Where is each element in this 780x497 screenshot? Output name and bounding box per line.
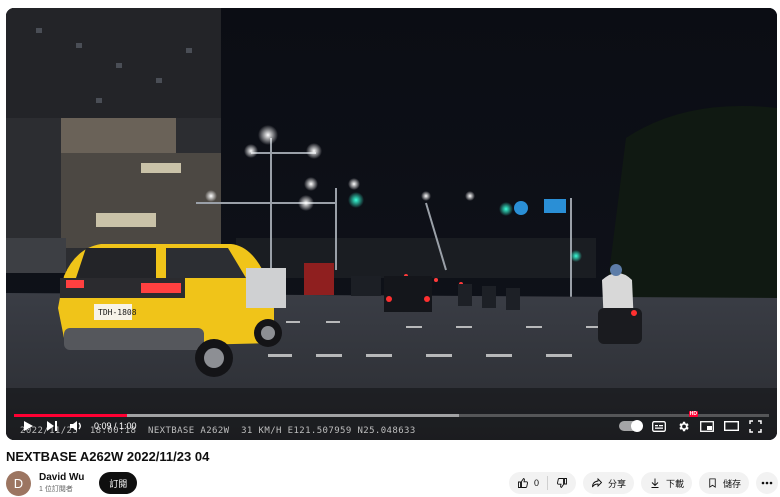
youtube-watch-page: TDH-1808 2022/11/23 18:00:18 NEXTBASE A2… xyxy=(0,0,780,497)
play-button[interactable] xyxy=(16,414,40,438)
share-label: 分享 xyxy=(607,478,626,489)
player-controls: 0:09 / 1:00 HD xyxy=(6,411,777,440)
download-button[interactable]: 下載 xyxy=(640,472,692,494)
like-count: 0 xyxy=(533,478,539,488)
video-player[interactable]: TDH-1808 2022/11/23 18:00:18 NEXTBASE A2… xyxy=(6,8,777,440)
volume-button[interactable] xyxy=(64,414,88,438)
duration: 1:00 xyxy=(119,421,137,431)
fullscreen-button[interactable] xyxy=(743,414,767,438)
volume-icon xyxy=(70,421,81,431)
like-dislike-group: 0 xyxy=(508,472,576,494)
theater-button[interactable] xyxy=(719,414,743,438)
share-icon xyxy=(592,477,603,488)
save-button[interactable]: 儲存 xyxy=(698,472,749,494)
action-bar: 0 分享 下載 儲存 xyxy=(508,472,778,494)
channel-row: D David Wu 1 位訂閱者 訂閱 0 分享 下載 儲存 xyxy=(6,470,778,496)
theater-icon xyxy=(723,421,739,431)
play-icon xyxy=(24,421,33,431)
avatar[interactable]: D xyxy=(6,470,31,496)
channel-name[interactable]: David Wu xyxy=(39,472,84,483)
autoplay-switch-icon xyxy=(619,420,643,432)
subscribe-button[interactable]: 訂閱 xyxy=(99,472,138,494)
current-time: 0:09 xyxy=(94,421,112,431)
thumbs-down-icon xyxy=(557,478,567,488)
autoplay-toggle[interactable] xyxy=(617,414,647,438)
thumbs-up-icon xyxy=(517,478,528,488)
dislike-button[interactable] xyxy=(548,472,576,494)
next-icon xyxy=(47,421,57,431)
more-horizontal-icon xyxy=(761,481,773,485)
settings-button[interactable]: HD xyxy=(671,411,698,438)
fullscreen-icon xyxy=(748,419,762,433)
download-icon xyxy=(651,478,659,488)
subtitles-icon xyxy=(652,420,666,432)
subtitles-button[interactable] xyxy=(647,414,671,438)
share-button[interactable]: 分享 xyxy=(582,472,634,494)
time-display: 0:09 / 1:00 xyxy=(94,421,137,431)
next-button[interactable] xyxy=(40,414,64,438)
video-frame: TDH-1808 xyxy=(6,8,777,440)
miniplayer-icon xyxy=(700,420,714,432)
download-label: 下載 xyxy=(665,478,684,489)
save-label: 儲存 xyxy=(722,478,741,489)
bookmark-icon xyxy=(709,478,716,488)
gear-icon xyxy=(678,421,689,431)
video-title: NEXTBASE A262W 2022/11/23 04 xyxy=(6,449,210,464)
hd-badge: HD xyxy=(688,411,698,417)
subscriber-count: 1 位訂閱者 xyxy=(39,486,73,493)
like-button[interactable]: 0 xyxy=(509,472,547,494)
svg-text:TDH-1808: TDH-1808 xyxy=(98,308,137,317)
more-actions-button[interactable] xyxy=(756,472,778,494)
miniplayer-button[interactable] xyxy=(695,414,719,438)
channel-info: David Wu 1 位訂閱者 xyxy=(39,472,84,494)
